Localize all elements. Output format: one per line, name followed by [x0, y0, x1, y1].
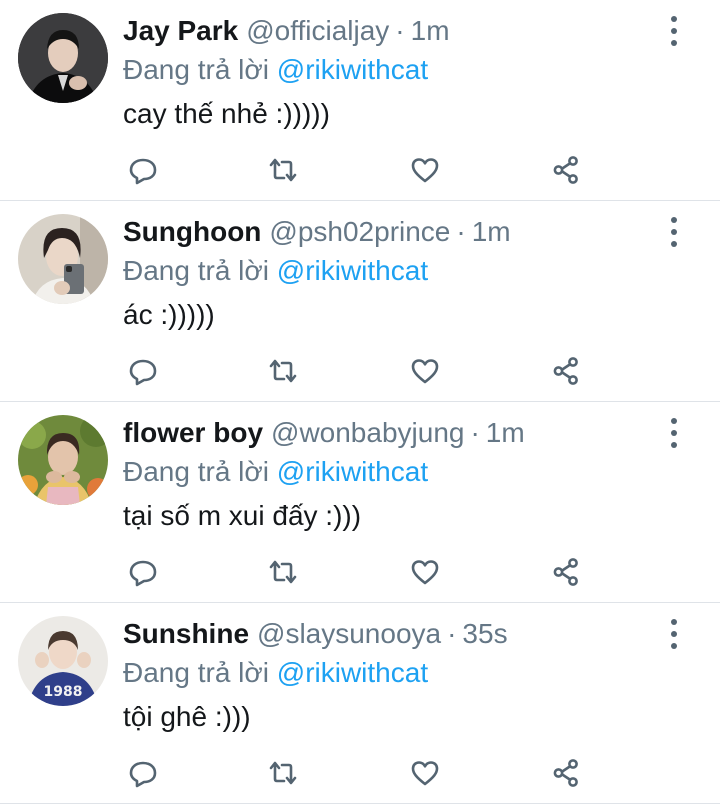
replying-to-label: Đang trả lời [123, 255, 269, 286]
tweet-text: ác :))))) [123, 299, 215, 330]
retweet-button[interactable] [263, 753, 303, 793]
replying-to-label: Đang trả lời [123, 456, 269, 487]
retweet-icon [269, 158, 297, 182]
like-icon [411, 761, 439, 786]
retweet-icon [269, 560, 297, 584]
reply-button[interactable] [123, 351, 163, 391]
mention-link[interactable]: @rikiwithcat [277, 54, 428, 85]
separator-dot: · [395, 15, 405, 46]
replying-to: Đang trả lời @rikiwithcat [123, 253, 660, 289]
tweet[interactable]: Sunghoon @psh02prince · 1m Đang trả lời … [0, 201, 720, 402]
more-options-icon[interactable] [664, 418, 684, 448]
more-options-icon[interactable] [664, 217, 684, 247]
replying-to-label: Đang trả lời [123, 657, 269, 688]
more-options-icon[interactable] [664, 619, 684, 649]
share-icon [553, 156, 578, 184]
user-handle[interactable]: @officialjay [246, 14, 389, 48]
reply-icon [129, 560, 157, 587]
tweet[interactable]: Jay Park @officialjay · 1m Đang trả lời … [0, 0, 720, 201]
user-handle[interactable]: @psh02prince [269, 215, 450, 249]
share-button[interactable] [546, 150, 586, 190]
like-button[interactable] [405, 351, 445, 391]
reply-icon [129, 359, 157, 386]
reply-button[interactable] [123, 753, 163, 793]
mention-link[interactable]: @rikiwithcat [277, 456, 428, 487]
replying-to: Đang trả lời @rikiwithcat [123, 655, 660, 691]
tweet-actions [123, 351, 583, 391]
reply-icon [129, 158, 157, 185]
tweet-actions [123, 552, 583, 592]
share-icon [553, 759, 578, 787]
retweet-button[interactable] [263, 552, 303, 592]
like-icon [411, 359, 439, 384]
share-button[interactable] [546, 753, 586, 793]
reply-button[interactable] [123, 552, 163, 592]
share-icon [553, 357, 578, 385]
separator-dot: · [456, 216, 466, 247]
timestamp[interactable]: 35s [462, 617, 507, 651]
share-icon [553, 558, 578, 586]
retweet-button[interactable] [263, 150, 303, 190]
avatar[interactable]: 1988 [18, 616, 108, 706]
display-name[interactable]: Sunghoon [123, 215, 261, 249]
more-options-icon[interactable] [664, 16, 684, 46]
avatar[interactable] [18, 415, 108, 505]
like-button[interactable] [405, 150, 445, 190]
replying-to: Đang trả lời @rikiwithcat [123, 454, 660, 490]
display-name[interactable]: Sunshine [123, 617, 249, 651]
retweet-icon [269, 359, 297, 383]
share-button[interactable] [546, 351, 586, 391]
like-button[interactable] [405, 753, 445, 793]
avatar-jersey-text: 1988 [44, 684, 83, 700]
user-handle[interactable]: @wonbabyjung [271, 416, 464, 450]
tweet-text: tội ghê :))) [123, 701, 251, 732]
mention-link[interactable]: @rikiwithcat [277, 657, 428, 688]
reply-icon [129, 761, 157, 788]
share-button[interactable] [546, 552, 586, 592]
timestamp[interactable]: 1m [486, 416, 525, 450]
tweet-actions [123, 753, 583, 793]
display-name[interactable]: flower boy [123, 416, 263, 450]
display-name[interactable]: Jay Park [123, 14, 238, 48]
tweet-actions [123, 150, 583, 190]
reply-button[interactable] [123, 150, 163, 190]
avatar[interactable] [18, 13, 108, 103]
tweet-text: tại số m xui đấy :))) [123, 500, 362, 531]
separator-dot: · [470, 417, 480, 448]
avatar[interactable] [18, 214, 108, 304]
timestamp[interactable]: 1m [472, 215, 511, 249]
like-icon [411, 560, 439, 585]
retweet-icon [269, 761, 297, 785]
separator-dot: · [447, 618, 457, 649]
tweet[interactable]: flower boy @wonbabyjung · 1m Đang trả lờ… [0, 402, 720, 603]
tweet[interactable]: 1988 Sunshine @slaysunooya · 35s Đang tr… [0, 603, 720, 804]
replying-to-label: Đang trả lời [123, 54, 269, 85]
user-handle[interactable]: @slaysunooya [257, 617, 441, 651]
retweet-button[interactable] [263, 351, 303, 391]
timestamp[interactable]: 1m [411, 14, 450, 48]
mention-link[interactable]: @rikiwithcat [277, 255, 428, 286]
like-icon [411, 158, 439, 183]
replying-to: Đang trả lời @rikiwithcat [123, 52, 660, 88]
tweet-text: cay thế nhẻ :))))) [123, 98, 330, 129]
like-button[interactable] [405, 552, 445, 592]
